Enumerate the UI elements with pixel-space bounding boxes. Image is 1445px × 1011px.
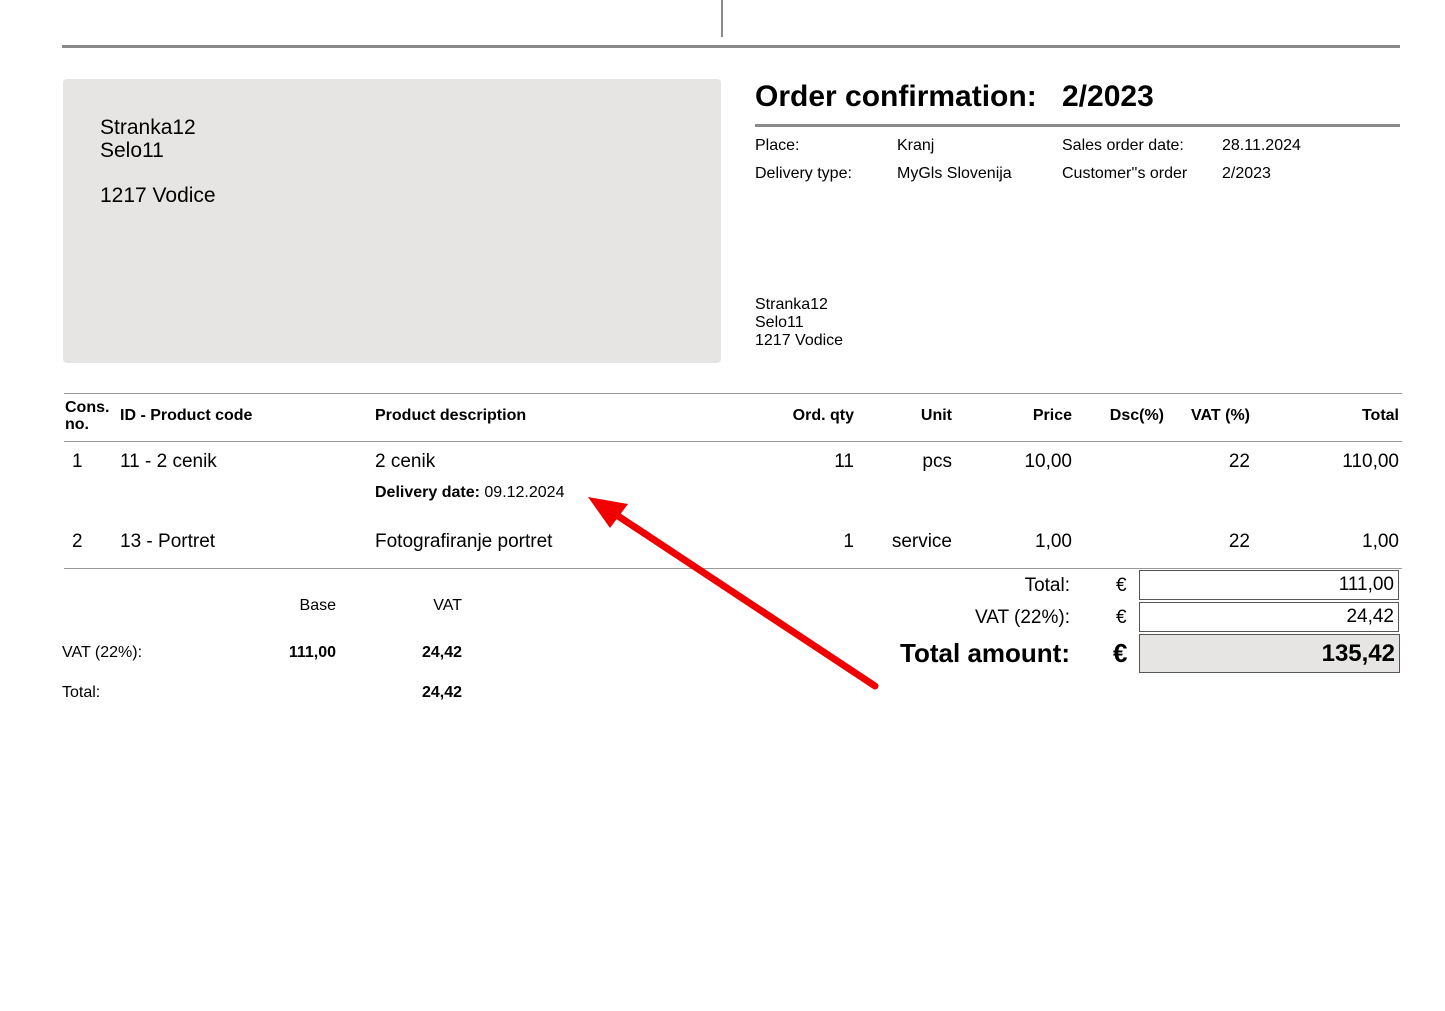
annotation-arrow-shaft (611, 510, 879, 690)
annotation-arrow-icon (588, 497, 879, 690)
annotation-arrow-head (588, 497, 628, 528)
